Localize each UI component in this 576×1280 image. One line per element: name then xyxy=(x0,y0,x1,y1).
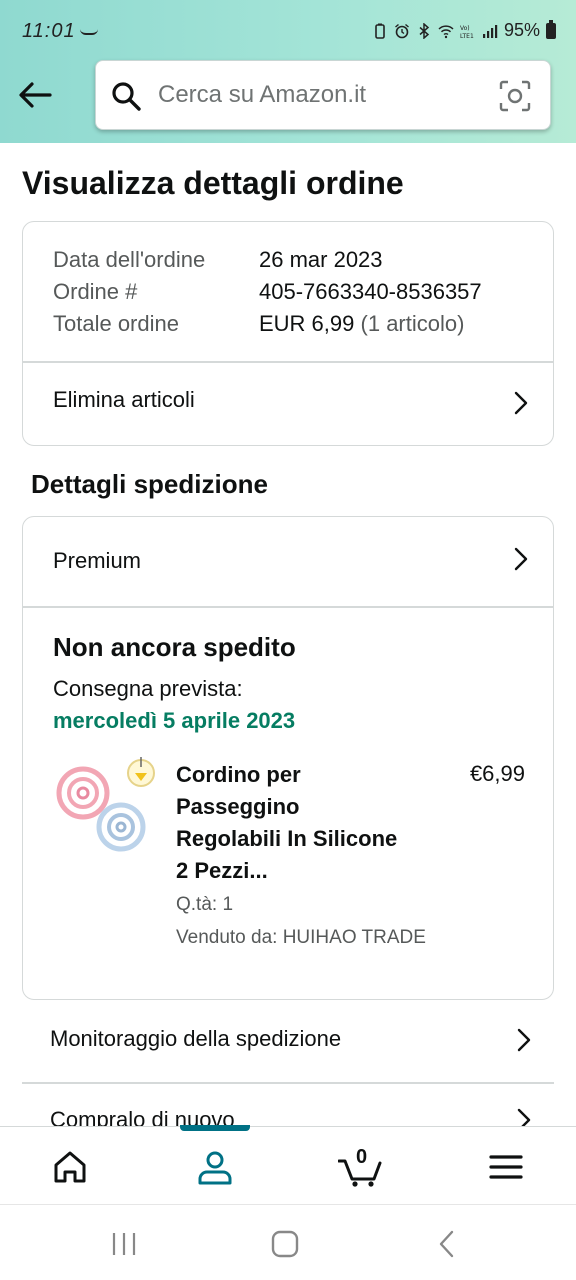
product-title[interactable]: Cordino per Passeggino Regolabili In Sil… xyxy=(176,759,406,887)
bluetooth-icon xyxy=(416,21,432,40)
back-arrow-icon[interactable] xyxy=(16,76,54,114)
volte-icon: Vo) LTE1 xyxy=(460,23,476,40)
svg-text:LTE1: LTE1 xyxy=(460,33,474,39)
signal-icon xyxy=(482,23,498,39)
product-seller: Venduto da: HUIHAO TRADE xyxy=(176,927,426,948)
search-input[interactable]: Cerca su Amazon.it xyxy=(158,81,366,109)
order-total-value: EUR 6,99 (1 articolo) xyxy=(259,311,464,337)
notification-icon xyxy=(80,29,98,35)
order-date-value: 26 mar 2023 xyxy=(259,247,383,272)
shipping-method-label: Premium xyxy=(53,548,142,573)
svg-text:Vo): Vo) xyxy=(460,25,470,32)
recent-apps-icon[interactable] xyxy=(109,1229,139,1259)
home-icon[interactable] xyxy=(50,1147,90,1187)
cart-count: 0 xyxy=(356,1146,368,1168)
chevron-right-icon xyxy=(514,1026,534,1054)
order-number-value: 405-7663340-8536357 xyxy=(259,279,482,304)
delete-items-label: Elimina articoli xyxy=(53,387,195,412)
account-icon[interactable] xyxy=(195,1147,235,1187)
search-bar[interactable]: Cerca su Amazon.it xyxy=(95,60,551,130)
buy-again-row[interactable]: Compralo di nuovo xyxy=(22,1082,554,1126)
home-button-icon[interactable] xyxy=(270,1229,300,1259)
order-total-amount: EUR 6,99 xyxy=(259,311,355,336)
order-total-items: (1 articolo) xyxy=(360,311,465,336)
order-summary-card: Data dell'ordine 26 mar 2023 Ordine # 40… xyxy=(22,221,554,446)
divider xyxy=(23,606,553,608)
order-date-label: Data dell'ordine xyxy=(53,247,206,272)
battery-icon xyxy=(546,19,556,39)
camera-scan-icon[interactable] xyxy=(498,79,532,113)
shipping-method-row[interactable]: Premium xyxy=(23,517,553,606)
page-title: Visualizza dettagli ordine xyxy=(22,165,404,201)
shipment-card: Premium Non ancora spedito Consegna prev… xyxy=(22,516,554,1000)
chevron-right-icon xyxy=(514,1106,534,1126)
shipping-section-title: Dettagli spedizione xyxy=(31,469,268,499)
track-shipment-label: Monitoraggio della spedizione xyxy=(50,1026,342,1051)
active-tab-indicator xyxy=(180,1125,250,1131)
wifi-icon xyxy=(438,23,454,39)
chevron-right-icon xyxy=(511,389,531,417)
back-button-icon[interactable] xyxy=(432,1229,462,1259)
system-navigation xyxy=(0,1204,576,1280)
battery-percent: 95% xyxy=(503,20,540,40)
alarm-icon xyxy=(394,23,410,39)
product-quantity: Q.tà: 1 xyxy=(176,894,234,915)
track-shipment-row[interactable]: Monitoraggio della spedizione xyxy=(22,1000,554,1080)
battery-saver-icon xyxy=(372,23,388,39)
app-header: 11:01 Vo) LTE1 95% Cerca su Amazon.it xyxy=(0,0,576,143)
product-price: €6,99 xyxy=(469,761,525,786)
status-time: 11:01 xyxy=(22,20,76,42)
delivery-date: mercoledì 5 aprile 2023 xyxy=(53,708,296,733)
order-number-label: Ordine # xyxy=(53,279,138,304)
shipment-status: Non ancora spedito xyxy=(53,632,296,662)
delete-items-row[interactable]: Elimina articoli xyxy=(23,363,553,445)
product-image[interactable] xyxy=(53,755,155,855)
search-icon xyxy=(110,80,142,112)
delivery-estimate-label: Consegna prevista: xyxy=(53,676,243,701)
bottom-navigation: 0 xyxy=(0,1125,576,1204)
menu-icon[interactable] xyxy=(486,1147,526,1187)
chevron-right-icon xyxy=(511,545,531,573)
buy-again-label: Compralo di nuovo xyxy=(50,1107,235,1126)
status-bar: 11:01 Vo) LTE1 95% xyxy=(0,0,576,62)
status-icons: Vo) LTE1 95% xyxy=(372,19,556,41)
order-total-label: Totale ordine xyxy=(53,311,179,336)
